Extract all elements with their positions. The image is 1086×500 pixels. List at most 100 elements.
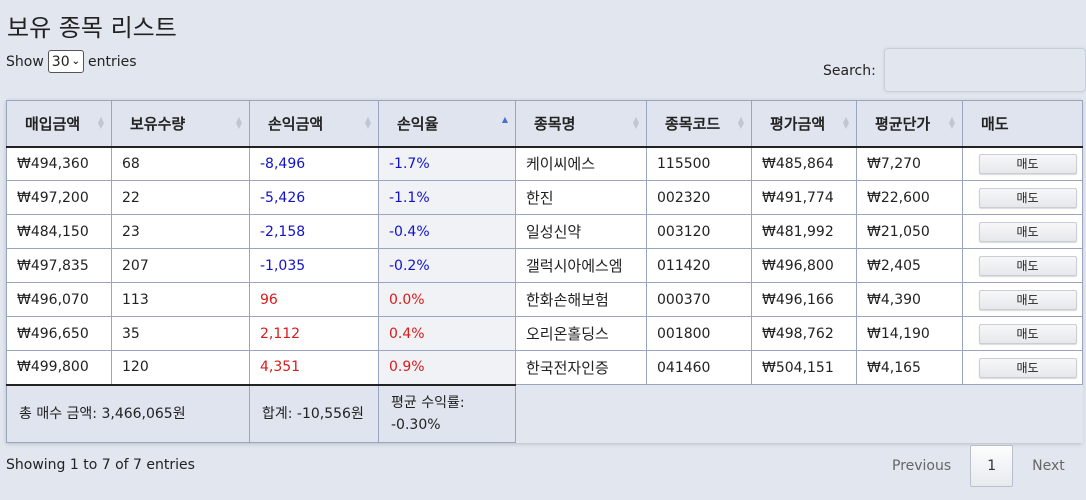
cell-quantity: 120 (111, 350, 250, 385)
cell-buy-amount: ₩497,835 (6, 248, 112, 283)
cell-profit-rate: -1.1% (378, 180, 516, 215)
search-input[interactable] (883, 48, 1086, 92)
sort-icon: ▲ ▼ (97, 115, 104, 130)
cell-avg-price: ₩4,165 (856, 350, 963, 385)
sell-button[interactable]: 매도 (978, 255, 1077, 276)
sell-button[interactable]: 매도 (978, 323, 1077, 344)
cell-profit-amount: 96 (249, 282, 379, 317)
cell-profit-rate: -1.7% (378, 146, 516, 181)
sell-button[interactable]: 매도 (978, 187, 1077, 208)
cell-profit-rate: -0.4% (378, 214, 516, 249)
table-row: ₩484,150 23 -2,158 -0.4% 일성신약 003120 ₩48… (6, 214, 1083, 249)
table-row: ₩497,200 22 -5,426 -1.1% 한진 002320 ₩491,… (6, 180, 1083, 215)
header-row: 매입금액 ▲ ▼ 보유수량 ▲ ▼ 손익금액 ▲ ▼ 손익율 ▲ 종목명 ▲ ▼ 종목코드 ▲ ▼ 평… (6, 100, 1083, 148)
cell-eval-amount: ₩496,166 (751, 282, 857, 317)
entries-select[interactable]: 30 ⌄ (47, 50, 84, 73)
cell-profit-amount: -2,158 (249, 214, 379, 249)
entries-label: entries (88, 53, 137, 70)
table-info: Showing 1 to 7 of 7 entries (6, 457, 195, 473)
cell-stock-name: 한진 (515, 180, 647, 215)
cell-stock-code: 041460 (646, 350, 752, 385)
table-row: ₩496,650 35 2,112 0.4% 오리온홀딩스 001800 ₩49… (6, 316, 1083, 351)
cell-buy-amount: ₩484,150 (6, 214, 112, 249)
cell-stock-name: 갤럭시아에스엠 (515, 248, 647, 283)
col-sell: 매도 (962, 100, 1083, 148)
cell-quantity: 35 (111, 316, 250, 351)
sort-asc-icon: ▲ (501, 115, 508, 124)
col-eval-amount[interactable]: 평가금액 ▲ ▼ (751, 100, 857, 148)
holdings-table: 매입금액 ▲ ▼ 보유수량 ▲ ▼ 손익금액 ▲ ▼ 손익율 ▲ 종목명 ▲ ▼ 종목코드 ▲ ▼ 평… (6, 100, 1083, 443)
sell-button[interactable]: 매도 (978, 289, 1077, 310)
cell-stock-name: 한국전자인증 (515, 350, 647, 385)
cell-stock-code: 002320 (646, 180, 752, 215)
cell-eval-amount: ₩496,800 (751, 248, 857, 283)
col-buy-amount[interactable]: 매입금액 ▲ ▼ (6, 100, 112, 148)
cell-stock-code: 000370 (646, 282, 752, 317)
cell-stock-code: 003120 (646, 214, 752, 249)
cell-eval-amount: ₩491,774 (751, 180, 857, 215)
cell-buy-amount: ₩494,360 (6, 146, 112, 181)
cell-stock-name: 오리온홀딩스 (515, 316, 647, 351)
length-control: Show 30 ⌄ entries (6, 50, 137, 73)
cell-eval-amount: ₩504,151 (751, 350, 857, 385)
table-row: ₩494,360 68 -8,496 -1.7% 케이씨에스 115500 ₩4… (6, 146, 1083, 181)
cell-sell: 매도 (962, 316, 1083, 351)
sell-button[interactable]: 매도 (978, 357, 1077, 378)
page-button-1[interactable]: 1 (970, 445, 1014, 487)
cell-quantity: 207 (111, 248, 250, 283)
sort-icon: ▲ ▼ (235, 115, 242, 130)
sell-button[interactable]: 매도 (978, 221, 1077, 242)
cell-stock-code: 115500 (646, 146, 752, 181)
next-button[interactable]: Next (1032, 458, 1065, 474)
cell-buy-amount: ₩496,650 (6, 316, 112, 351)
cell-stock-name: 일성신약 (515, 214, 647, 249)
sort-icon: ▲ ▼ (632, 115, 639, 130)
pagination: Previous 1 Next (892, 445, 1065, 487)
col-avg-price[interactable]: 평균단가 ▲ ▼ (856, 100, 963, 148)
cell-stock-code: 011420 (646, 248, 752, 283)
col-profit-amount[interactable]: 손익금액 ▲ ▼ (249, 100, 379, 148)
cell-avg-price: ₩21,050 (856, 214, 963, 249)
entries-select-value: 30 (51, 53, 70, 70)
cell-quantity: 68 (111, 146, 250, 181)
cell-profit-rate: -0.2% (378, 248, 516, 283)
footer-total-buy: 총 매수 금액: 3,466,065원 (6, 383, 250, 443)
cell-sell: 매도 (962, 146, 1083, 181)
cell-stock-name: 케이씨에스 (515, 146, 647, 181)
holdings-table-wrapper: 매입금액 ▲ ▼ 보유수량 ▲ ▼ 손익금액 ▲ ▼ 손익율 ▲ 종목명 ▲ ▼ 종목코드 ▲ ▼ 평… (6, 100, 1083, 443)
sort-icon: ▲ ▼ (737, 115, 744, 130)
sort-icon: ▲ ▼ (364, 115, 371, 130)
cell-profit-rate: 0.9% (378, 350, 516, 385)
cell-profit-amount: -1,035 (249, 248, 379, 283)
cell-avg-price: ₩2,405 (856, 248, 963, 283)
sell-button[interactable]: 매도 (978, 153, 1077, 174)
cell-sell: 매도 (962, 282, 1083, 317)
cell-profit-amount: -8,496 (249, 146, 379, 181)
cell-buy-amount: ₩497,200 (6, 180, 112, 215)
col-stock-name[interactable]: 종목명 ▲ ▼ (515, 100, 647, 148)
cell-quantity: 22 (111, 180, 250, 215)
search-label: Search: (823, 63, 876, 79)
cell-eval-amount: ₩485,864 (751, 146, 857, 181)
cell-stock-code: 001800 (646, 316, 752, 351)
cell-profit-amount: -5,426 (249, 180, 379, 215)
footer-avg-rate: 평균 수익률: -0.30% (378, 383, 516, 443)
col-quantity[interactable]: 보유수량 ▲ ▼ (111, 100, 250, 148)
cell-quantity: 113 (111, 282, 250, 317)
cell-avg-price: ₩14,190 (856, 316, 963, 351)
sort-icon: ▲ ▼ (948, 115, 955, 130)
cell-sell: 매도 (962, 180, 1083, 215)
cell-sell: 매도 (962, 350, 1083, 385)
footer-row: 총 매수 금액: 3,466,065원 합계: -10,556원 평균 수익률:… (6, 383, 1083, 443)
table-row: ₩496,070 113 96 0.0% 한화손해보험 000370 ₩496,… (6, 282, 1083, 317)
sort-icon: ▲ ▼ (842, 115, 849, 130)
col-stock-code[interactable]: 종목코드 ▲ ▼ (646, 100, 752, 148)
cell-avg-price: ₩22,600 (856, 180, 963, 215)
cell-avg-price: ₩7,270 (856, 146, 963, 181)
cell-sell: 매도 (962, 248, 1083, 283)
cell-profit-rate: 0.0% (378, 282, 516, 317)
cell-stock-name: 한화손해보험 (515, 282, 647, 317)
col-profit-rate[interactable]: 손익율 ▲ (378, 100, 516, 148)
cell-profit-amount: 4,351 (249, 350, 379, 385)
previous-button[interactable]: Previous (892, 458, 951, 474)
